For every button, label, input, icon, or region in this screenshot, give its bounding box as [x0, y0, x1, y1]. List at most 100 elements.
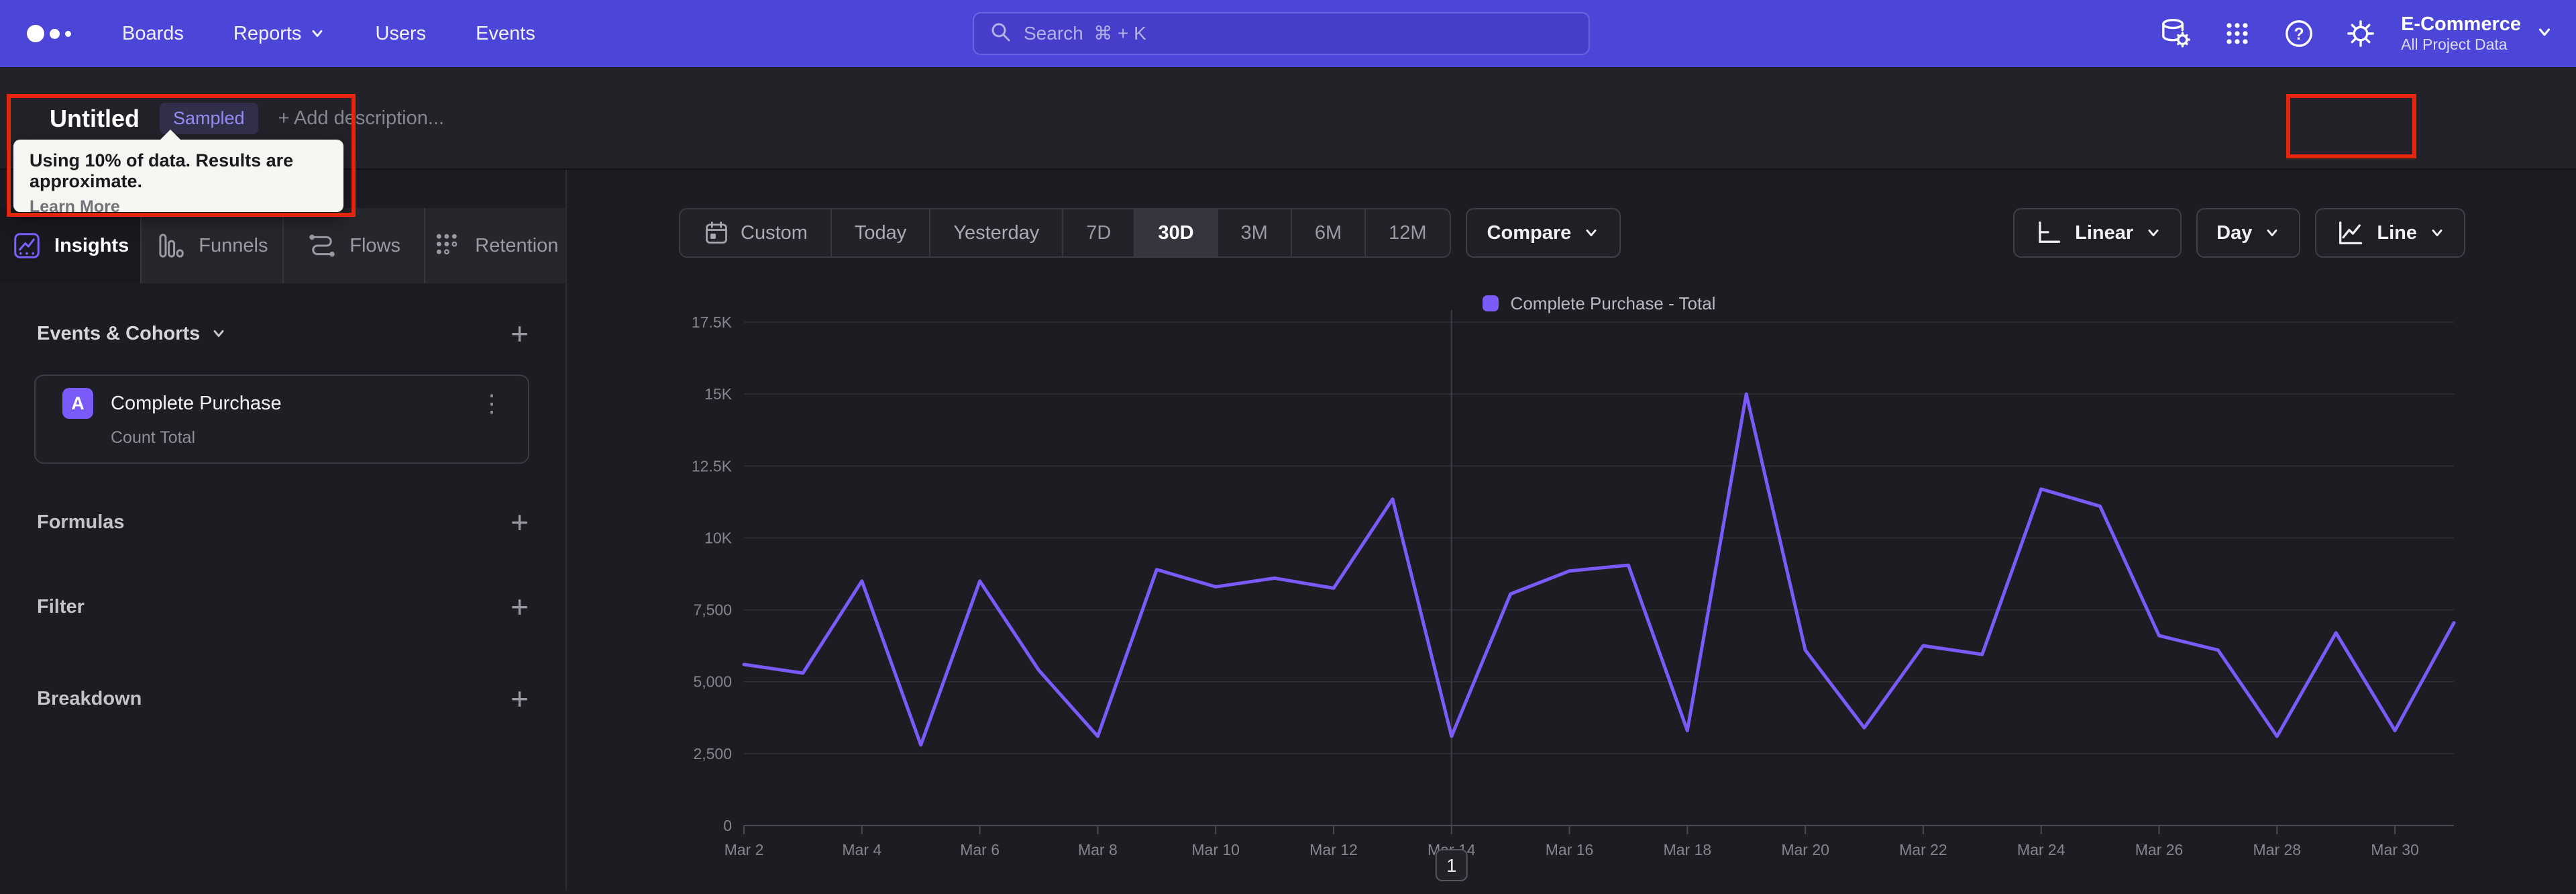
- nav-link-boards[interactable]: Boards: [122, 23, 184, 45]
- nav-link-events[interactable]: Events: [476, 23, 535, 45]
- nav-right-cluster: ? E-Commerce All Project Data: [2154, 0, 2576, 67]
- compare-button[interactable]: Compare: [1465, 208, 1621, 258]
- tab-label: Insights: [54, 234, 129, 256]
- x-axis-tick-label: Mar 28: [2253, 841, 2302, 858]
- x-axis-tick-label: Mar 24: [2017, 841, 2065, 858]
- add-filter-button[interactable]: +: [511, 591, 529, 622]
- tab-retention[interactable]: Retention: [425, 208, 566, 283]
- nav-link-reports[interactable]: Reports: [233, 23, 326, 45]
- tab-funnels[interactable]: Funnels: [142, 208, 284, 283]
- help-icon[interactable]: ?: [2277, 12, 2320, 55]
- event-aggregation[interactable]: Count Total: [111, 428, 528, 448]
- tab-flows[interactable]: Flows: [283, 208, 425, 283]
- x-axis-tick-label: Mar 4: [842, 841, 881, 858]
- search-bar[interactable]: [973, 12, 1590, 55]
- line-chart-icon: [2339, 221, 2363, 245]
- x-axis-tick-label: Mar 26: [2135, 841, 2184, 858]
- y-axis-tick-label: 12.5K: [692, 457, 733, 475]
- funnels-icon: [159, 234, 184, 258]
- x-axis-tick-label: Mar 2: [724, 841, 764, 858]
- linear-dropdown[interactable]: Linear: [2013, 208, 2182, 258]
- section-row-breakdown: Breakdown +: [0, 680, 566, 717]
- report-header-bar: Untitled Sampled + Add description... ••…: [0, 67, 2576, 170]
- chevron-down-icon: [2432, 229, 2443, 237]
- add-formulas-button[interactable]: +: [511, 507, 529, 538]
- chevron-down-icon: [1586, 229, 1597, 237]
- flows-icon: [309, 234, 335, 257]
- tab-insights[interactable]: Insights: [0, 208, 142, 283]
- range-label: 3M: [1240, 221, 1268, 244]
- nav-link-label: Reports: [233, 22, 302, 44]
- project-selector[interactable]: E-Commerce All Project Data: [2401, 13, 2553, 54]
- range-7d[interactable]: 7D: [1063, 209, 1136, 256]
- x-axis-tick-label: Mar 18: [1664, 841, 1712, 858]
- chart-view-controls: Linear Day Line: [2013, 208, 2465, 258]
- tab-label: Flows: [350, 234, 400, 256]
- dropdown-label: Line: [2377, 221, 2417, 244]
- tooltip-text: Using 10% of data. Results are approxima…: [30, 150, 294, 191]
- event-letter-badge[interactable]: A: [62, 388, 93, 419]
- sampling-tooltip: Using 10% of data. Results are approxima…: [13, 130, 343, 216]
- x-axis-tick-label: Mar 10: [1191, 841, 1240, 858]
- range-yesterday[interactable]: Yesterday: [930, 209, 1064, 256]
- range-6m[interactable]: 6M: [1292, 209, 1366, 256]
- range-30d[interactable]: 30D: [1135, 209, 1218, 256]
- series-line-complete-purchase[interactable]: [742, 392, 2456, 747]
- data-management-icon[interactable]: [2154, 12, 2197, 55]
- range-today[interactable]: Today: [832, 209, 931, 256]
- search-input[interactable]: [1024, 23, 1574, 44]
- x-axis-tick-label: Mar 12: [1309, 841, 1358, 858]
- events-cohorts-header-row: Events & Cohorts +: [0, 315, 566, 352]
- section-row-filter: Filter +: [0, 588, 566, 626]
- event-name[interactable]: Complete Purchase: [111, 393, 454, 415]
- range-label: 30D: [1158, 221, 1194, 244]
- y-axis-tick-label: 2,500: [693, 745, 732, 762]
- nav-link-label: Events: [476, 22, 535, 44]
- y-axis-tick-label: 17.5K: [692, 313, 733, 331]
- section-label-filter: Filter: [37, 595, 85, 617]
- nav-link-label: Users: [375, 22, 427, 44]
- nav-link-users[interactable]: Users: [375, 23, 426, 45]
- chevron-down-icon: [312, 30, 323, 38]
- x-axis-tick-label: Mar 6: [960, 841, 1000, 858]
- mixpanel-logo[interactable]: [27, 25, 87, 42]
- settings-gear-icon[interactable]: [2339, 12, 2382, 55]
- date-range-segmented-control: Custom Today Yesterday 7D 30D 3M 6M 12M: [679, 208, 1451, 258]
- line-dropdown[interactable]: Line: [2315, 208, 2465, 258]
- range-label: Today: [854, 221, 907, 244]
- top-navigation-bar: Boards Reports Users Events ?: [0, 0, 2576, 67]
- chevron-down-icon: [2148, 229, 2159, 237]
- chevron-down-icon: [2536, 23, 2553, 44]
- range-label: 6M: [1314, 221, 1342, 244]
- y-axis-tick-label: 15K: [704, 385, 733, 403]
- retention-icon: [437, 234, 458, 255]
- section-label-breakdown: Breakdown: [37, 687, 142, 709]
- line-chart: Complete Purchase - Total 17.5K 15K 12.5K 1…: [686, 290, 2497, 894]
- add-breakdown-button[interactable]: +: [511, 683, 529, 714]
- range-label: 7D: [1086, 221, 1112, 244]
- range-custom[interactable]: Custom: [680, 209, 832, 256]
- y-axis-tick-label: 0: [723, 817, 732, 834]
- project-name: E-Commerce: [2401, 13, 2521, 36]
- report-title[interactable]: Untitled: [50, 105, 140, 133]
- events-cohorts-header[interactable]: Events & Cohorts: [37, 323, 227, 345]
- section-label-formulas: Formulas: [37, 511, 125, 533]
- report-type-tabs: Insights Funnels Flows Retention: [0, 208, 566, 283]
- dropdown-label: Linear: [2075, 221, 2134, 244]
- add-description-button[interactable]: + Add description...: [278, 107, 444, 130]
- range-12m[interactable]: 12M: [1366, 209, 1449, 256]
- x-axis-tick-label: Mar 8: [1078, 841, 1118, 858]
- event-menu-icon[interactable]: ⋮: [472, 389, 512, 417]
- tab-label: Funnels: [199, 234, 268, 256]
- y-axis-tick-label: 5,000: [693, 673, 732, 691]
- annotation-marker-label: 1: [1446, 855, 1457, 876]
- event-card[interactable]: A Complete Purchase ⋮ Count Total: [34, 375, 529, 464]
- add-event-button[interactable]: +: [511, 318, 529, 349]
- y-axis-tick-label: 10K: [704, 529, 733, 546]
- chart-plot-area[interactable]: 17.5K 15K 12.5K 10K 7,500 5,000 2,500 0 Mar 2 Mar…: [686, 299, 2497, 890]
- tab-label: Retention: [475, 234, 559, 256]
- apps-grid-icon[interactable]: [2216, 12, 2259, 55]
- learn-more-link[interactable]: Learn More: [30, 197, 120, 217]
- day-dropdown[interactable]: Day: [2196, 208, 2301, 258]
- range-3m[interactable]: 3M: [1218, 209, 1292, 256]
